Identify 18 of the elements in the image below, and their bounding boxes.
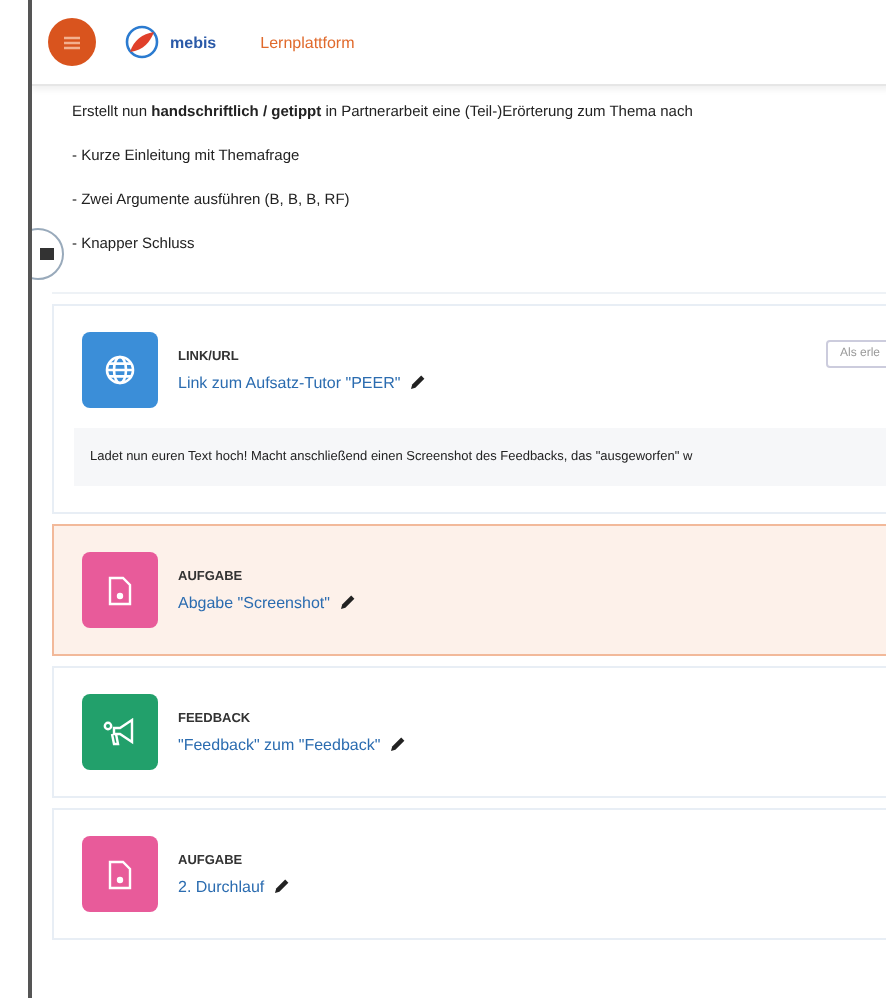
- activity-link[interactable]: "Feedback" zum "Feedback": [178, 735, 886, 753]
- activity-link[interactable]: 2. Durchlauf: [178, 877, 886, 895]
- menu-button[interactable]: [48, 18, 96, 66]
- section-title: Lernplattform: [260, 33, 355, 51]
- document-icon: [108, 859, 132, 889]
- activity-link[interactable]: Abgabe "Screenshot": [178, 593, 886, 611]
- pencil-icon[interactable]: [390, 736, 407, 752]
- menu-icon: [64, 35, 80, 49]
- pencil-icon[interactable]: [274, 878, 291, 894]
- megaphone-icon: [102, 717, 138, 747]
- sidebar-icon: [39, 248, 53, 260]
- document-icon: [108, 575, 132, 605]
- globe-icon: [104, 354, 136, 386]
- pencil-icon[interactable]: [410, 374, 427, 390]
- brand-name: mebis: [170, 33, 217, 51]
- activity-link[interactable]: Link zum Aufsatz-Tutor "PEER": [178, 373, 806, 391]
- pencil-icon[interactable]: [339, 594, 356, 610]
- logo-icon: [124, 24, 160, 60]
